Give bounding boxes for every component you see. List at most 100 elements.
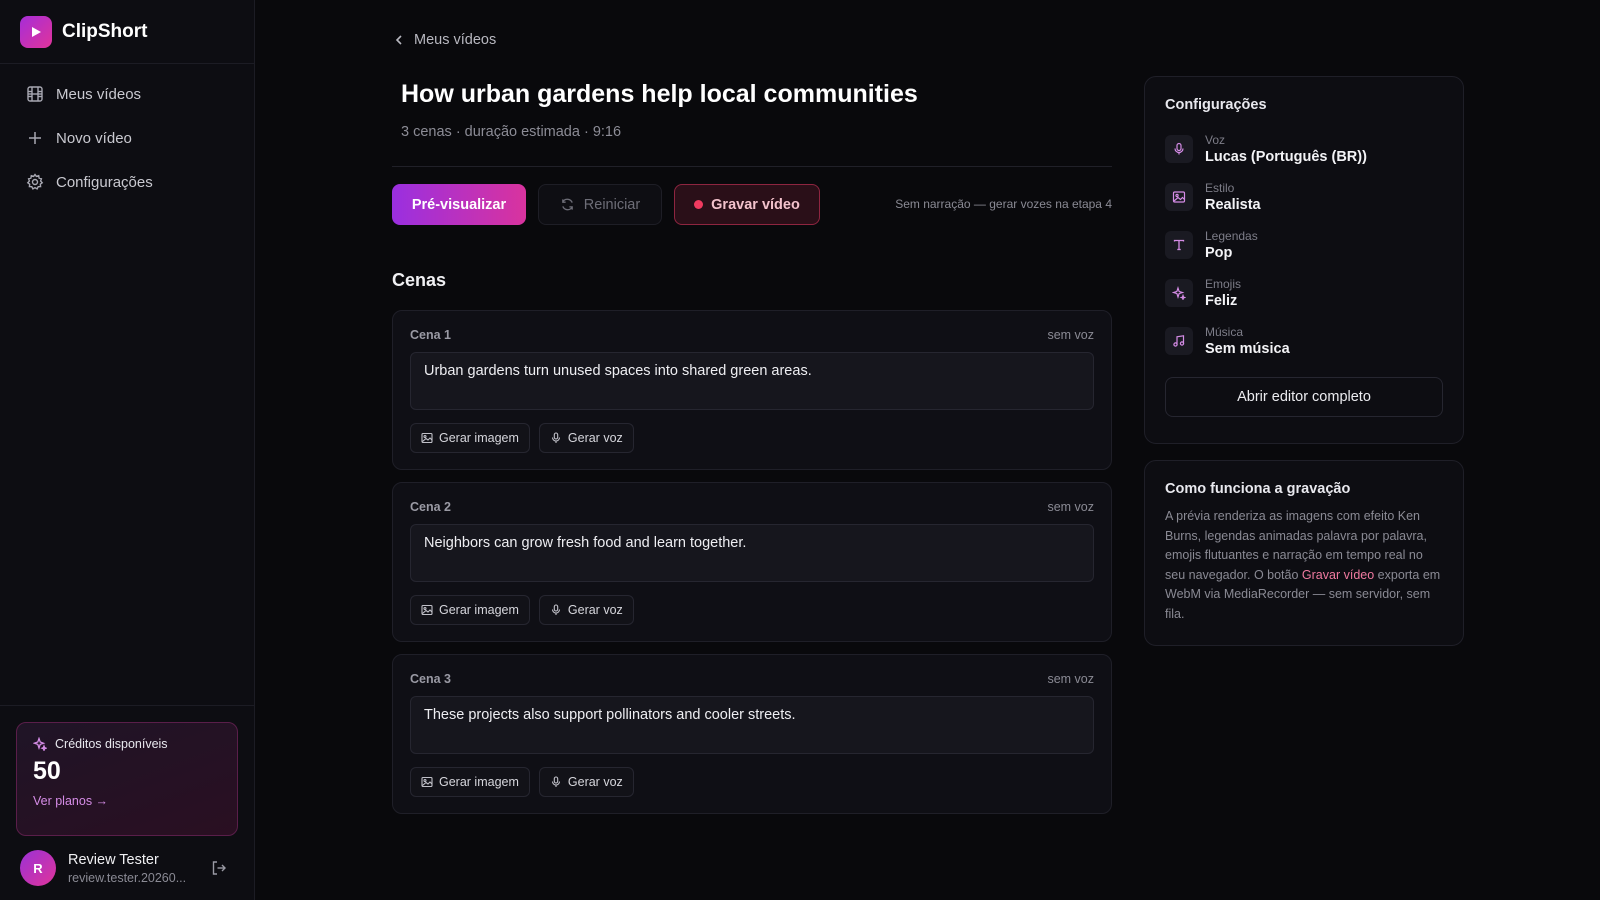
divider — [392, 166, 1112, 167]
record-label: Gravar vídeo — [711, 196, 800, 213]
credits-value: 50 — [33, 757, 61, 785]
generate-image-button[interactable]: Gerar imagem — [410, 767, 530, 797]
howto-highlight: Gravar vídeo — [1301, 567, 1375, 582]
sidebar-nav: Meus vídeos Novo vídeo Configurações — [0, 64, 254, 204]
microphone-icon — [551, 432, 560, 443]
generate-voice-button[interactable]: Gerar voz — [538, 423, 634, 453]
open-editor-button[interactable]: Abrir editor completo — [1165, 377, 1443, 417]
sidebar-item-configuracoes[interactable]: Configurações — [0, 160, 254, 204]
view-plans-link[interactable]: Ver planos → — [33, 794, 221, 808]
back-link[interactable]: Meus vídeos — [392, 32, 496, 48]
user-profile: R Review Tester review.tester.20260... — [0, 836, 254, 900]
image-icon — [421, 432, 433, 444]
generate-image-label: Gerar imagem — [439, 775, 519, 789]
setting-style: Estilo Realista — [1165, 173, 1443, 221]
sidebar-footer: Créditos disponíveis 50 Ver planos → R R… — [0, 705, 254, 900]
generate-voice-label: Gerar voz — [567, 775, 623, 789]
sparkle-icon — [33, 737, 47, 751]
howto-text: A prévia renderiza as imagens com efeito… — [1165, 507, 1443, 624]
refresh-icon — [561, 198, 573, 211]
logout-icon[interactable] — [210, 859, 228, 877]
sparkle-icon — [1165, 279, 1193, 307]
sidebar-item-novo-video[interactable]: Novo vídeo — [0, 116, 254, 160]
scenes-title: Cenas — [392, 270, 447, 290]
howto-title: Como funciona a gravação — [1165, 481, 1351, 497]
page-subtitle: 3 cenas · duração estimada · 9:16 — [401, 124, 622, 140]
credits-card: Créditos disponíveis 50 Ver planos → — [16, 722, 238, 836]
film-icon — [27, 86, 43, 102]
generate-image-button[interactable]: Gerar imagem — [410, 423, 530, 453]
scene-actions: Gerar imagem Gerar voz — [410, 595, 643, 625]
setting-music: Música Sem música — [1165, 317, 1443, 365]
scene-text-input[interactable]: These projects also support pollinators … — [410, 696, 1094, 754]
setting-captions: Legendas Pop — [1165, 221, 1443, 269]
scene-label: Cena 3 — [410, 672, 451, 686]
scene-status: sem voz — [1047, 672, 1094, 686]
generate-image-label: Gerar imagem — [439, 431, 519, 445]
generate-voice-button[interactable]: Gerar voz — [538, 595, 634, 625]
scene-card: Cena 1 sem voz Urban gardens turn unused… — [392, 310, 1112, 470]
generate-voice-label: Gerar voz — [567, 603, 623, 617]
scenes-list: Cena 1 sem voz Urban gardens turn unused… — [392, 310, 1112, 826]
image-icon — [421, 604, 433, 616]
scene-text-input[interactable]: Neighbors can grow fresh food and learn … — [410, 524, 1094, 582]
setting-key: Legendas — [1205, 229, 1258, 243]
chevron-left-icon — [395, 35, 402, 45]
scene-actions: Gerar imagem Gerar voz — [410, 423, 643, 453]
setting-value: Pop — [1205, 245, 1233, 261]
gear-icon — [26, 173, 44, 190]
setting-text: Música Sem música — [1205, 325, 1290, 357]
scene-card: Cena 2 sem voz Neighbors can grow fresh … — [392, 482, 1112, 642]
setting-text: Emojis Feliz — [1205, 277, 1241, 309]
image-icon — [1165, 183, 1193, 211]
setting-text: Voz Lucas (Português (BR)) — [1205, 133, 1367, 165]
setting-key: Estilo — [1205, 181, 1235, 195]
user-name: Review Tester — [68, 851, 159, 868]
record-video-button[interactable]: Gravar vídeo — [674, 184, 820, 225]
scene-status: sem voz — [1047, 328, 1094, 342]
restart-button[interactable]: Reiniciar — [538, 184, 662, 225]
scene-status: sem voz — [1047, 500, 1094, 514]
narration-hint: Sem narração — gerar vozes na etapa 4 — [895, 197, 1112, 211]
scene-text-input[interactable]: Urban gardens turn unused spaces into sh… — [410, 352, 1094, 410]
brand[interactable]: ClipShort — [0, 0, 254, 64]
setting-key: Voz — [1205, 133, 1226, 147]
scene-actions: Gerar imagem Gerar voz — [410, 767, 643, 797]
microphone-icon — [551, 776, 560, 787]
preview-button[interactable]: Pré-visualizar — [392, 184, 526, 225]
howto-panel: Como funciona a gravação A prévia render… — [1144, 460, 1464, 646]
settings-panel: Configurações Voz Lucas (Português (BR))… — [1144, 76, 1464, 444]
settings-title: Configurações — [1165, 97, 1267, 113]
setting-key: Emojis — [1205, 277, 1242, 291]
user-email: review.tester.20260... — [68, 870, 187, 885]
credits-title: Créditos disponíveis — [55, 737, 168, 751]
text-icon — [1165, 231, 1193, 259]
microphone-icon — [551, 604, 560, 615]
record-dot-icon — [694, 200, 704, 209]
credits-header: Créditos disponíveis — [33, 737, 221, 751]
scene-label: Cena 2 — [410, 500, 451, 514]
setting-value: Sem música — [1205, 341, 1290, 357]
page-title: How urban gardens help local communities — [401, 80, 918, 108]
settings-list: Voz Lucas (Português (BR)) Estilo Realis… — [1165, 125, 1443, 365]
sidebar-item-label: Meus vídeos — [56, 85, 142, 103]
generate-voice-button[interactable]: Gerar voz — [538, 767, 634, 797]
generate-image-button[interactable]: Gerar imagem — [410, 595, 530, 625]
microphone-icon — [1165, 135, 1193, 163]
brand-name: ClipShort — [62, 20, 148, 42]
setting-key: Música — [1205, 325, 1244, 339]
sidebar-item-meus-videos[interactable]: Meus vídeos — [0, 72, 254, 116]
restart-label: Reiniciar — [583, 196, 641, 213]
image-icon — [421, 776, 433, 788]
generate-voice-label: Gerar voz — [567, 431, 623, 445]
music-icon — [1165, 327, 1193, 355]
sidebar-item-label: Configurações — [56, 173, 153, 191]
generate-image-label: Gerar imagem — [439, 603, 519, 617]
user-info: Review Tester review.tester.20260... — [68, 852, 192, 885]
plus-icon — [29, 132, 41, 144]
avatar[interactable]: R — [20, 850, 56, 886]
setting-text: Legendas Pop — [1205, 229, 1258, 261]
back-label: Meus vídeos — [414, 32, 497, 48]
setting-text: Estilo Realista — [1205, 181, 1261, 213]
setting-value: Feliz — [1205, 293, 1238, 309]
